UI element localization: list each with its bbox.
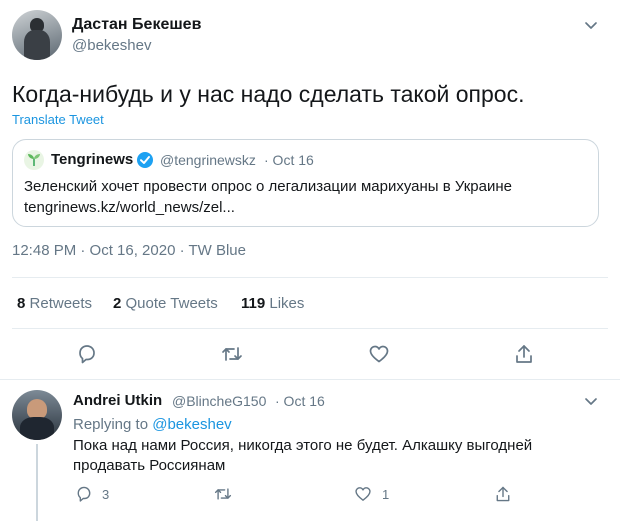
divider	[12, 328, 608, 329]
reply-text-line2: продавать Россиянам	[73, 457, 226, 474]
quoted-link: tengrinews.kz/world_news/zel...	[24, 199, 235, 216]
divider	[0, 379, 620, 380]
retweet-icon[interactable]	[219, 342, 245, 366]
likes-count: 119	[241, 295, 266, 312]
tengrinews-logo-icon	[24, 150, 44, 170]
quoted-text: Зеленский хочет провести опрос о легализ…	[24, 178, 512, 195]
verified-badge-icon	[136, 151, 154, 169]
quote-tweets-stat[interactable]: 2 Quote Tweets	[113, 295, 218, 312]
quoted-handle: @tengrinewskz	[160, 152, 256, 168]
reply-share-icon[interactable]	[492, 484, 514, 504]
translate-tweet-link[interactable]: Translate Tweet	[12, 112, 104, 127]
thread-line	[36, 444, 38, 521]
quotes-label: Quote Tweets	[125, 295, 218, 312]
author-handle[interactable]: @bekeshev	[72, 37, 151, 54]
likes-stat[interactable]: 119 Likes	[241, 295, 304, 312]
reply-like-count: 1	[382, 487, 390, 502]
quoted-name: Tengrinews	[51, 151, 134, 168]
quoted-date: · Oct 16	[264, 152, 314, 168]
replying-prefix: Replying to	[73, 416, 149, 433]
chevron-down-icon[interactable]	[580, 14, 602, 36]
reply-like-icon[interactable]	[352, 484, 374, 504]
replying-to-line: Replying to @bekeshev	[73, 416, 232, 433]
share-icon[interactable]	[511, 342, 537, 366]
reply-icon[interactable]	[74, 342, 100, 366]
retweets-stat[interactable]: 8 Retweets	[17, 295, 92, 312]
tweet-text: Когда-нибудь и у нас надо сделать такой …	[12, 81, 525, 107]
chevron-down-icon[interactable]	[580, 390, 602, 412]
retweets-count: 8	[17, 295, 26, 312]
quotes-count: 2	[113, 295, 122, 312]
reply-reply-icon[interactable]	[73, 484, 95, 504]
retweets-label: Retweets	[29, 295, 93, 312]
likes-label: Likes	[269, 295, 305, 312]
divider	[12, 277, 608, 278]
tweet-timestamp[interactable]: 12:48 PM · Oct 16, 2020 · TW Blue	[12, 242, 246, 259]
reply-date[interactable]: · Oct 16	[275, 393, 325, 409]
reply-author-name[interactable]: Andrei Utkin	[73, 392, 162, 409]
author-name[interactable]: Дастан Бекешев	[72, 16, 201, 34]
like-icon[interactable]	[366, 342, 392, 366]
reply-retweet-icon[interactable]	[212, 484, 234, 504]
reply-author-handle[interactable]: @BlincheG150	[172, 393, 266, 409]
reply-reply-count: 3	[102, 487, 110, 502]
replying-to-handle[interactable]: @bekeshev	[152, 416, 231, 433]
reply-author-avatar[interactable]	[12, 390, 62, 440]
reply-text-line1: Пока над нами Россия, никогда этого не б…	[73, 437, 533, 454]
quoted-tweet-card[interactable]: Tengrinews @tengrinewskz · Oct 16 Зеленс…	[12, 139, 599, 227]
author-avatar[interactable]	[12, 10, 62, 60]
